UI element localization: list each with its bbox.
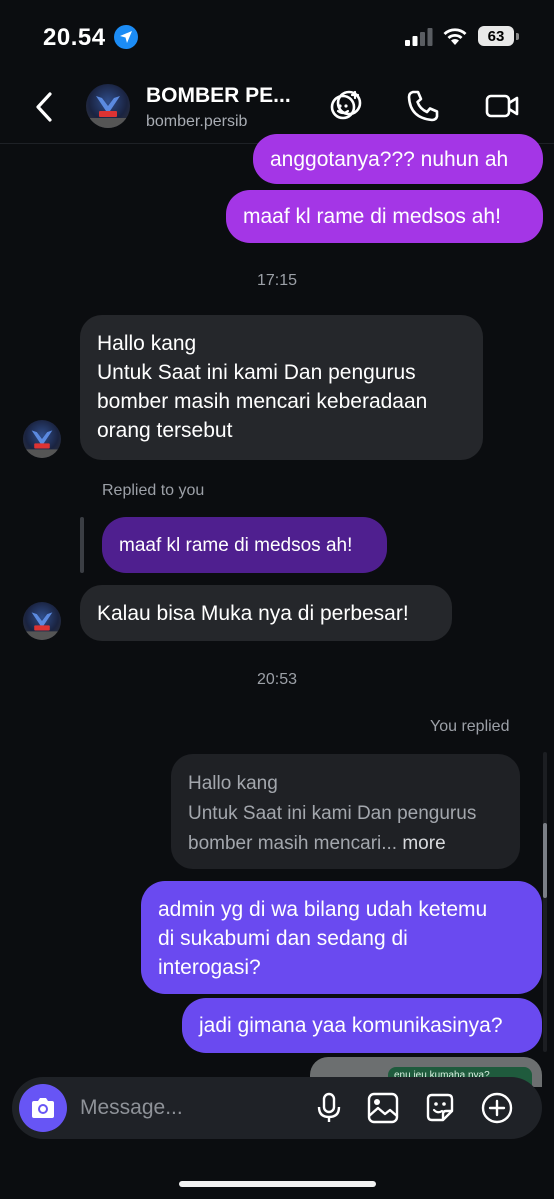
quoted-line: Hallo kang xyxy=(188,773,278,794)
camera-button[interactable] xyxy=(19,1084,67,1132)
plus-icon[interactable] xyxy=(480,1091,514,1125)
scroll-track xyxy=(543,752,547,1052)
message-line: Hallo kang xyxy=(97,332,197,355)
quoted-line: bomber masih mencari... xyxy=(188,833,398,854)
sticker-icon[interactable] xyxy=(423,1091,457,1125)
timestamp: 20:53 xyxy=(256,671,298,688)
message-text: Kalau bisa Muka nya di perbesar! xyxy=(97,601,409,625)
message-line: di sukabumi dan sedang di xyxy=(158,927,408,950)
gallery-icon[interactable] xyxy=(366,1091,400,1125)
chat-title[interactable]: BOMBER PE... xyxy=(146,84,291,108)
camera-icon xyxy=(32,1098,54,1118)
message-line: interogasi? xyxy=(158,956,261,979)
message-bubble-incoming[interactable]: Hallo kang Untuk Saat ini kami Dan pengu… xyxy=(80,315,483,460)
message-text: maaf kl rame di medsos ah! xyxy=(243,205,501,228)
scrollbar[interactable] xyxy=(543,823,547,898)
chat-handle[interactable]: bomber.persib xyxy=(146,113,247,131)
status-bar: 20.54 63 xyxy=(0,0,554,72)
avatar[interactable] xyxy=(23,420,61,458)
wifi-icon xyxy=(443,28,467,45)
back-chevron-icon[interactable] xyxy=(30,90,60,124)
more-link[interactable]: more xyxy=(402,833,445,854)
message-bubble-outgoing[interactable]: jadi gimana yaa komunikasinya? xyxy=(182,998,542,1053)
avatar[interactable] xyxy=(86,84,130,128)
you-replied-note: You replied xyxy=(430,718,510,735)
replied-note: Replied to you xyxy=(102,482,205,499)
quoted-message-preview[interactable]: Hallo kang Untuk Saat ini kami Dan pengu… xyxy=(171,754,520,869)
timestamp: 17:15 xyxy=(256,272,298,289)
video-icon[interactable] xyxy=(484,88,520,124)
message-bubble-outgoing[interactable]: maaf kl rame di medsos ah! xyxy=(226,190,543,243)
reply-quote-bar xyxy=(80,517,84,573)
avatar[interactable] xyxy=(23,602,61,640)
status-time: 20.54 xyxy=(43,24,106,51)
message-line: bomber masih mencari keberadaan xyxy=(97,390,428,413)
phone-icon[interactable] xyxy=(405,88,441,124)
message-text: jadi gimana yaa komunikasinya? xyxy=(199,1014,503,1037)
message-bubble-incoming[interactable]: Kalau bisa Muka nya di perbesar! xyxy=(80,585,452,641)
microphone-icon[interactable] xyxy=(312,1091,346,1125)
effects-icon[interactable] xyxy=(328,88,364,124)
message-line: admin yg di wa bilang udah ketemu xyxy=(158,898,488,921)
message-bubble-outgoing[interactable]: admin yg di wa bilang udah ketemu di suk… xyxy=(141,881,542,994)
message-line: Untuk Saat ini kami Dan pengurus xyxy=(97,361,416,384)
replied-message-preview[interactable]: maaf kl rame di medsos ah! xyxy=(102,517,387,573)
message-text: anggotanya??? nuhun ah xyxy=(270,147,509,171)
home-indicator[interactable] xyxy=(179,1181,376,1187)
message-input[interactable] xyxy=(80,1093,290,1123)
battery-indicator: 63 xyxy=(478,26,519,46)
signal-icon xyxy=(405,28,433,46)
message-line: orang tersebut xyxy=(97,419,233,442)
quoted-line: Untuk Saat ini kami Dan pengurus xyxy=(188,803,477,824)
location-arrow-icon xyxy=(114,25,138,49)
message-text: maaf kl rame di medsos ah! xyxy=(119,534,353,556)
message-composer xyxy=(12,1077,542,1139)
message-bubble-outgoing[interactable]: anggotanya??? nuhun ah xyxy=(253,134,543,184)
